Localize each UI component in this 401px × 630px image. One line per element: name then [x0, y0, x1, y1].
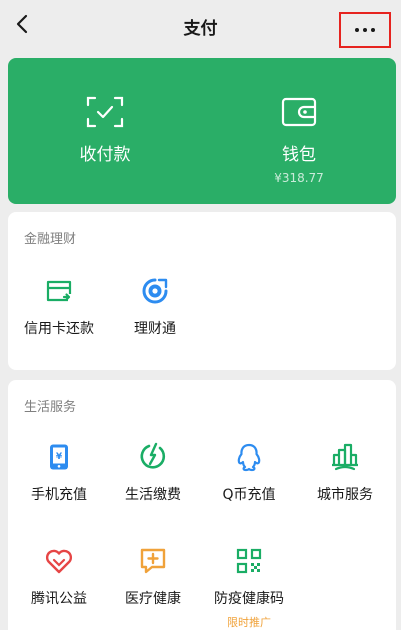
payment-card: 收付款 钱包 ¥318.77 — [8, 58, 396, 204]
promo-tag: 限时推广 — [227, 616, 271, 629]
back-arrow-icon — [16, 14, 28, 34]
qcoin-icon — [237, 443, 261, 472]
services-section: 生活服务 ¥ 手机充值 生活缴费 Q币充值 城市服务 腾讯公益 医疗健康 防疫健… — [8, 380, 396, 630]
licaitong-label: 理财通 — [134, 321, 176, 337]
medical-item[interactable]: 医疗健康 — [106, 546, 200, 608]
section-title-finance: 金融理财 — [24, 232, 77, 247]
finance-section: 金融理财 信用卡还款 理财通 — [8, 212, 396, 370]
phone-topup-label: 手机充值 — [31, 487, 87, 503]
charity-label: 腾讯公益 — [31, 591, 87, 607]
medical-icon — [140, 548, 166, 574]
receive-pay-button[interactable]: 收付款 — [8, 58, 202, 204]
charity-icon — [45, 549, 73, 574]
credit-card-repay-item[interactable]: 信用卡还款 — [12, 276, 106, 338]
more-dots-icon — [355, 28, 375, 32]
wallet-button[interactable]: 钱包 ¥318.77 — [202, 58, 396, 204]
back-button[interactable] — [8, 10, 36, 38]
wallet-label: 钱包 — [282, 145, 316, 165]
utility-bill-item[interactable]: 生活缴费 — [106, 442, 200, 504]
wallet-balance: ¥318.77 — [274, 171, 324, 185]
scan-pay-icon — [86, 96, 124, 128]
city-service-label: 城市服务 — [317, 487, 373, 503]
utility-bill-label: 生活缴费 — [125, 487, 181, 503]
qcoin-item[interactable]: Q币充值 — [202, 442, 296, 504]
credit-card-repay-label: 信用卡还款 — [24, 321, 94, 337]
licaitong-icon — [142, 278, 168, 304]
health-code-item[interactable]: 防疫健康码 限时推广 — [202, 546, 296, 630]
receive-pay-label: 收付款 — [79, 145, 131, 165]
charity-item[interactable]: 腾讯公益 — [12, 546, 106, 608]
wallet-icon — [281, 97, 317, 127]
licaitong-item[interactable]: 理财通 — [108, 276, 202, 338]
health-code-icon — [236, 548, 262, 574]
phone-topup-icon: ¥ — [50, 444, 68, 470]
svg-text:¥: ¥ — [56, 452, 63, 462]
more-button[interactable] — [339, 12, 391, 48]
medical-label: 医疗健康 — [125, 591, 181, 607]
nav-bar: 支付 — [0, 0, 401, 52]
health-code-label: 防疫健康码 — [214, 591, 284, 607]
qcoin-label: Q币充值 — [222, 487, 276, 503]
section-title-services: 生活服务 — [24, 400, 77, 415]
city-service-icon — [332, 443, 358, 471]
city-service-item[interactable]: 城市服务 — [298, 442, 392, 504]
credit-card-icon — [46, 280, 72, 302]
page-title: 支付 — [183, 18, 218, 39]
utility-bill-icon — [140, 442, 166, 469]
phone-topup-item[interactable]: ¥ 手机充值 — [12, 442, 106, 504]
